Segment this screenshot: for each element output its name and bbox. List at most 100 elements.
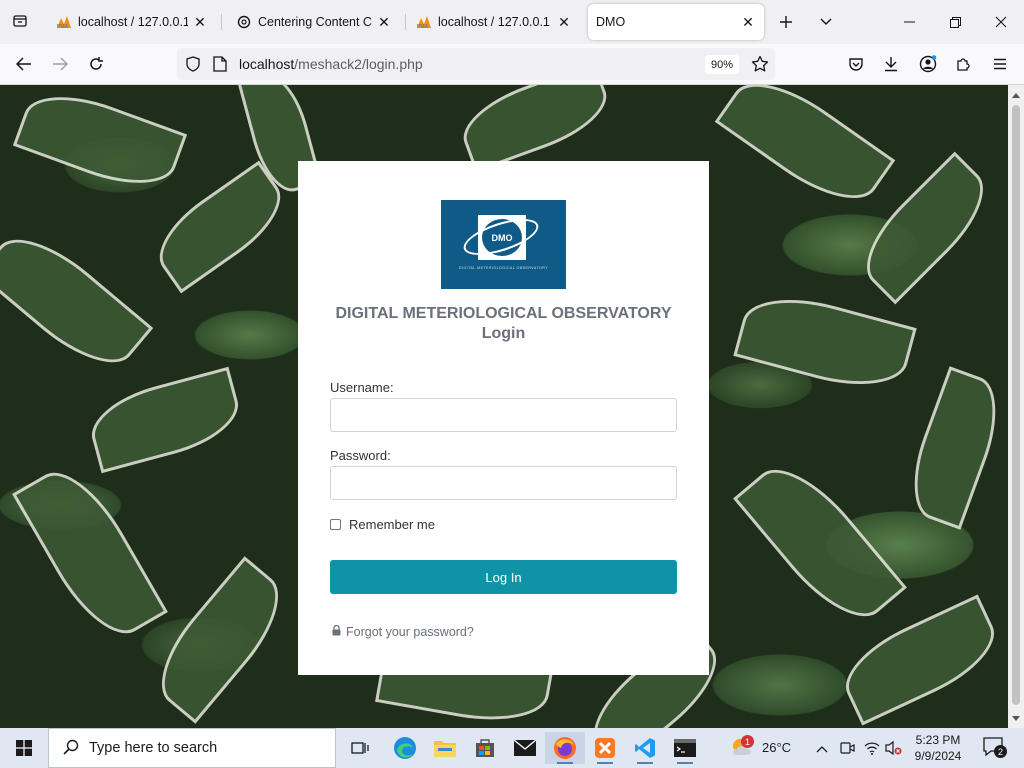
list-all-tabs-button[interactable] [814, 10, 838, 34]
phpmyadmin-icon: PMA [56, 14, 72, 30]
restore-button[interactable] [932, 0, 978, 44]
password-input[interactable] [330, 466, 677, 500]
close-tab-icon[interactable]: ✕ [376, 14, 392, 30]
bookmark-star-icon[interactable] [751, 55, 769, 76]
edge-icon[interactable] [385, 732, 425, 764]
new-tab-button[interactable] [774, 10, 798, 34]
file-explorer-icon[interactable] [425, 732, 465, 764]
url-path: /meshack2/login.php [294, 56, 423, 72]
puzzle-icon [957, 58, 970, 71]
page-scrollbar[interactable] [1008, 85, 1024, 728]
close-tab-icon[interactable]: ✕ [192, 14, 208, 30]
forgot-password-link[interactable]: Forgot your password? [332, 624, 474, 639]
temperature-text[interactable]: 26°C [762, 740, 791, 755]
log-in-button[interactable]: Log In [330, 560, 677, 594]
pocket-icon [849, 58, 863, 71]
firefox-icon[interactable] [545, 732, 585, 764]
restore-icon [949, 16, 961, 28]
username-label: Username: [330, 380, 394, 395]
tab-centering-content[interactable]: Centering Content CSS ✕ [228, 4, 400, 40]
tab-list-button[interactable] [8, 9, 32, 33]
close-tab-icon[interactable]: ✕ [556, 14, 572, 30]
scroll-up-arrow[interactable] [1008, 87, 1024, 103]
forward-button[interactable] [45, 50, 75, 78]
scroll-thumb[interactable] [1012, 105, 1020, 705]
page-viewport: DMO DIGITAL METERIOLOGICAL OBSERVATORY D… [0, 85, 1008, 728]
close-icon [995, 16, 1007, 28]
download-icon [885, 57, 897, 72]
url-bar[interactable]: localhost/meshack2/login.php 90% [177, 48, 775, 80]
wifi-icon[interactable] [864, 740, 880, 759]
pocket-button[interactable] [841, 50, 871, 78]
url-text[interactable]: localhost/meshack2/login.php [239, 56, 423, 72]
mail-icon[interactable] [505, 732, 545, 764]
tab-list-icon [13, 15, 27, 27]
page-title-line2: Login [481, 325, 526, 342]
taskbar-search-box[interactable]: Type here to search [48, 728, 336, 768]
logo-subtitle: DIGITAL METERIOLOGICAL OBSERVATORY [458, 266, 549, 270]
tab-phpmyadmin-1[interactable]: PMA localhost / 127.0.0.1 / t ✕ [48, 4, 216, 40]
clock-time: 5:23 PM [915, 733, 961, 747]
task-view-icon[interactable] [340, 732, 380, 764]
vscode-icon[interactable] [625, 732, 665, 764]
page-title-line1: DIGITAL METERIOLOGICAL OBSERVATORY [335, 305, 672, 322]
minimize-button[interactable] [886, 0, 932, 44]
username-input[interactable] [330, 398, 677, 432]
xampp-icon[interactable] [585, 732, 625, 764]
browser-navigation-bar: localhost/meshack2/login.php 90% [0, 44, 1024, 85]
remember-me-row: Remember me [330, 517, 435, 532]
hamburger-menu-icon [994, 58, 1006, 70]
tab-title: localhost / 127.0.0.1 | p [438, 15, 552, 29]
windows-taskbar: Type here to search 1 26°C 5:23 PM 9/9/2… [0, 728, 1024, 768]
url-host: localhost [239, 56, 295, 72]
lock-icon [332, 624, 341, 639]
page-icon[interactable] [213, 56, 227, 75]
account-button[interactable] [913, 50, 943, 78]
terminal-icon[interactable] [665, 732, 705, 764]
menu-button[interactable] [985, 50, 1015, 78]
password-label: Password: [330, 448, 391, 463]
window-close-button[interactable] [978, 0, 1024, 44]
store-icon[interactable] [465, 732, 505, 764]
reload-button[interactable] [81, 50, 111, 78]
dmo-logo: DMO DIGITAL METERIOLOGICAL OBSERVATORY [441, 200, 566, 289]
close-tab-icon[interactable]: ✕ [740, 14, 756, 30]
forgot-password-text[interactable]: Forgot your password? [346, 625, 474, 639]
search-placeholder: Type here to search [89, 740, 218, 756]
back-button[interactable] [9, 50, 39, 78]
page-title: DIGITAL METERIOLOGICAL OBSERVATORY Login [298, 304, 709, 344]
chevron-up-icon[interactable] [816, 741, 828, 756]
remember-me-checkbox[interactable] [330, 519, 341, 530]
reload-icon [90, 57, 103, 70]
svg-text:PMA: PMA [57, 24, 69, 29]
start-button[interactable] [0, 728, 48, 768]
login-card: DMO DIGITAL METERIOLOGICAL OBSERVATORY D… [298, 161, 709, 675]
remember-me-label[interactable]: Remember me [349, 517, 435, 532]
clock-date: 9/9/2024 [914, 749, 962, 763]
plus-icon [780, 16, 792, 28]
scroll-down-arrow[interactable] [1008, 710, 1024, 726]
tab-title: Centering Content CSS [258, 15, 372, 29]
notification-count-badge: 2 [994, 745, 1007, 758]
account-icon [919, 55, 937, 73]
arrow-right-icon [53, 57, 68, 71]
chevron-down-icon [820, 18, 832, 25]
tab-separator [221, 14, 222, 30]
tab-title: DMO [596, 15, 626, 29]
tab-separator [405, 14, 406, 30]
downloads-button[interactable] [876, 50, 906, 78]
browser-tab-bar: PMA localhost / 127.0.0.1 / t ✕ Centerin… [0, 0, 1024, 44]
svg-text:PMA: PMA [417, 24, 429, 29]
phpmyadmin-icon: PMA [416, 14, 432, 30]
extensions-button[interactable] [949, 50, 979, 78]
system-clock[interactable]: 5:23 PM 9/9/2024 [900, 732, 976, 764]
openai-icon [236, 14, 252, 30]
meet-now-icon[interactable] [839, 740, 855, 759]
weather-badge: 1 [741, 735, 754, 748]
zoom-level-badge[interactable]: 90% [705, 55, 739, 74]
tab-title: localhost / 127.0.0.1 / t [78, 15, 188, 29]
tab-phpmyadmin-2[interactable]: PMA localhost / 127.0.0.1 | p ✕ [408, 4, 580, 40]
windows-logo-icon [16, 740, 32, 756]
shield-icon[interactable] [185, 56, 201, 75]
tab-dmo[interactable]: DMO ✕ [588, 4, 764, 40]
